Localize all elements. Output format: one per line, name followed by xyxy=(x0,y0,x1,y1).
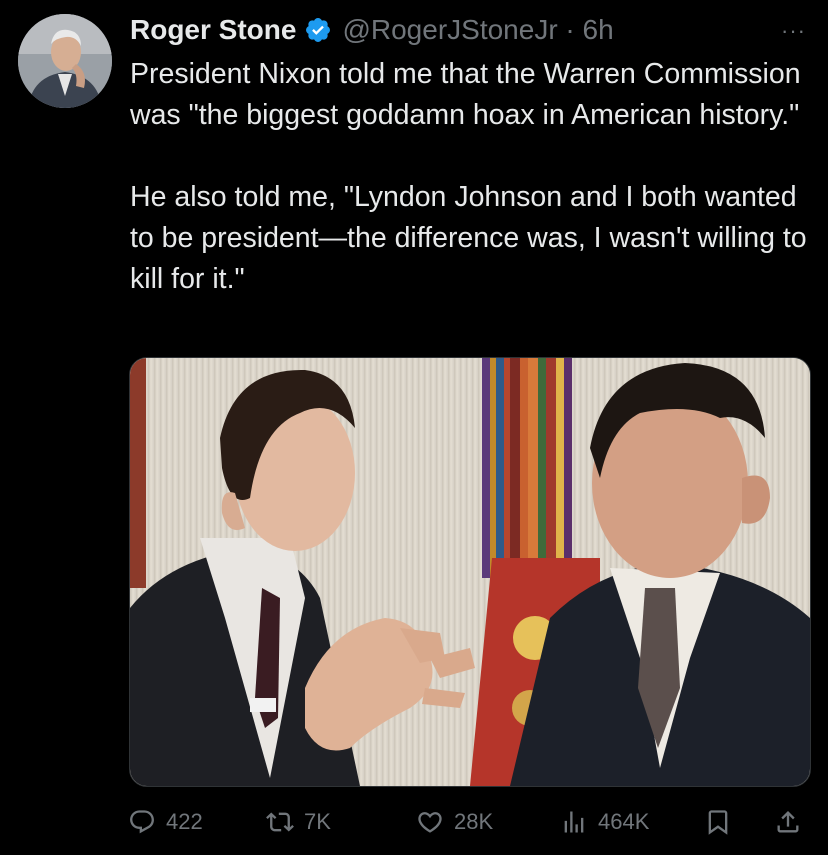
views-icon xyxy=(564,811,584,833)
bookmark-icon xyxy=(708,810,728,835)
repost-icon xyxy=(266,812,294,832)
tweet-text: President Nixon told me that the Warren … xyxy=(130,54,810,300)
more-options-icon[interactable]: ··· xyxy=(781,18,806,44)
repost-button[interactable]: 7K xyxy=(266,804,331,840)
heart-icon xyxy=(418,812,442,833)
author-name[interactable]: Roger Stone xyxy=(130,14,296,46)
like-count: 28K xyxy=(454,809,494,834)
views-count: 464K xyxy=(598,809,650,834)
bookmark-button[interactable] xyxy=(704,804,742,840)
repost-count: 7K xyxy=(304,809,331,834)
share-button[interactable] xyxy=(774,804,812,840)
tweet-header: Roger Stone @RogerJStoneJr · 6h xyxy=(130,12,614,48)
reply-count: 422 xyxy=(166,809,203,834)
author-avatar[interactable] xyxy=(18,14,112,108)
tweet-paragraph-2: He also told me, "Lyndon Johnson and I b… xyxy=(130,181,807,295)
like-button[interactable]: 28K xyxy=(416,804,493,840)
reply-button[interactable]: 422 xyxy=(128,804,203,840)
tweet-image[interactable] xyxy=(129,357,811,787)
author-handle-time[interactable]: @RogerJStoneJr · 6h xyxy=(342,14,613,46)
tweet-action-bar: 422 7K 28K 464K xyxy=(128,804,818,840)
tweet-paragraph-1: President Nixon told me that the Warren … xyxy=(130,58,801,131)
views-button[interactable]: 464K xyxy=(560,804,649,840)
reply-icon xyxy=(130,810,154,834)
verified-badge-icon xyxy=(306,18,331,42)
share-icon xyxy=(777,811,799,833)
